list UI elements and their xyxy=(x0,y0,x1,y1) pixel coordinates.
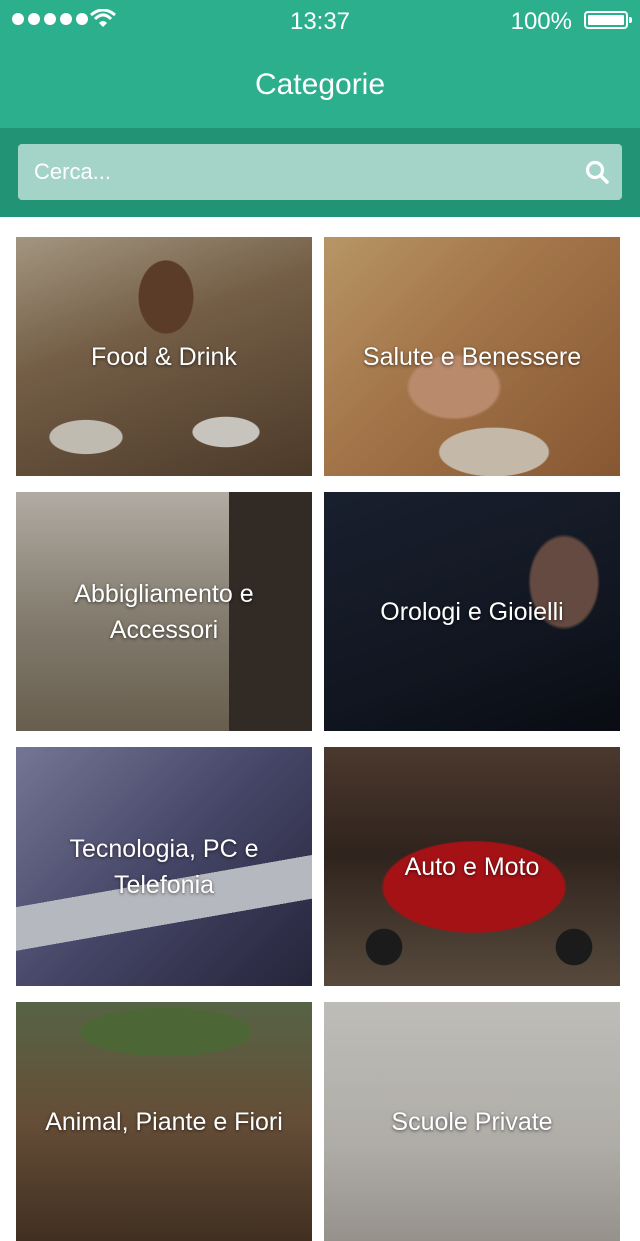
navigation-bar: Categorie xyxy=(0,40,640,128)
category-label: Abbigliamento e Accessori xyxy=(74,579,254,644)
category-tile-auto-moto[interactable]: Auto e Moto xyxy=(324,747,620,986)
battery-icon xyxy=(584,11,632,29)
category-tile-orologi-gioielli[interactable]: Orologi e Gioielli xyxy=(324,492,620,731)
category-label: Auto e Moto xyxy=(404,852,540,881)
category-tile-tecnologia-pc-telefonia[interactable]: Tecnologia, PC e Telefonia xyxy=(16,747,312,986)
category-label: Scuole Private xyxy=(391,1107,553,1136)
category-label: Salute e Benessere xyxy=(362,342,582,371)
category-tile-food-drink[interactable]: Food & Drink xyxy=(16,237,312,476)
category-label: Animal, Piante e Fiori xyxy=(45,1107,283,1136)
category-tile-salute-benessere[interactable]: Salute e Benessere xyxy=(324,237,620,476)
category-label: Orologi e Gioielli xyxy=(380,597,564,626)
category-grid: Food & Drink Salute e Benessere Abbiglia… xyxy=(16,237,620,1241)
search-field[interactable] xyxy=(18,144,622,200)
category-label: Tecnologia, PC e Telefonia xyxy=(69,834,259,899)
category-tile-animal-piante-fiori[interactable]: Animal, Piante e Fiori xyxy=(16,1002,312,1241)
category-tile-scuole-private[interactable]: Scuole Private xyxy=(324,1002,620,1241)
status-bar: 13:37 100% xyxy=(0,0,640,40)
search-icon[interactable] xyxy=(584,159,610,185)
search-input[interactable] xyxy=(34,144,574,200)
battery-percentage: 100% xyxy=(510,8,572,35)
search-bar xyxy=(0,128,640,217)
category-tile-abbigliamento-accessori[interactable]: Abbigliamento e Accessori xyxy=(16,492,312,731)
page-title: Categorie xyxy=(254,68,386,101)
category-label: Food & Drink xyxy=(91,342,237,371)
